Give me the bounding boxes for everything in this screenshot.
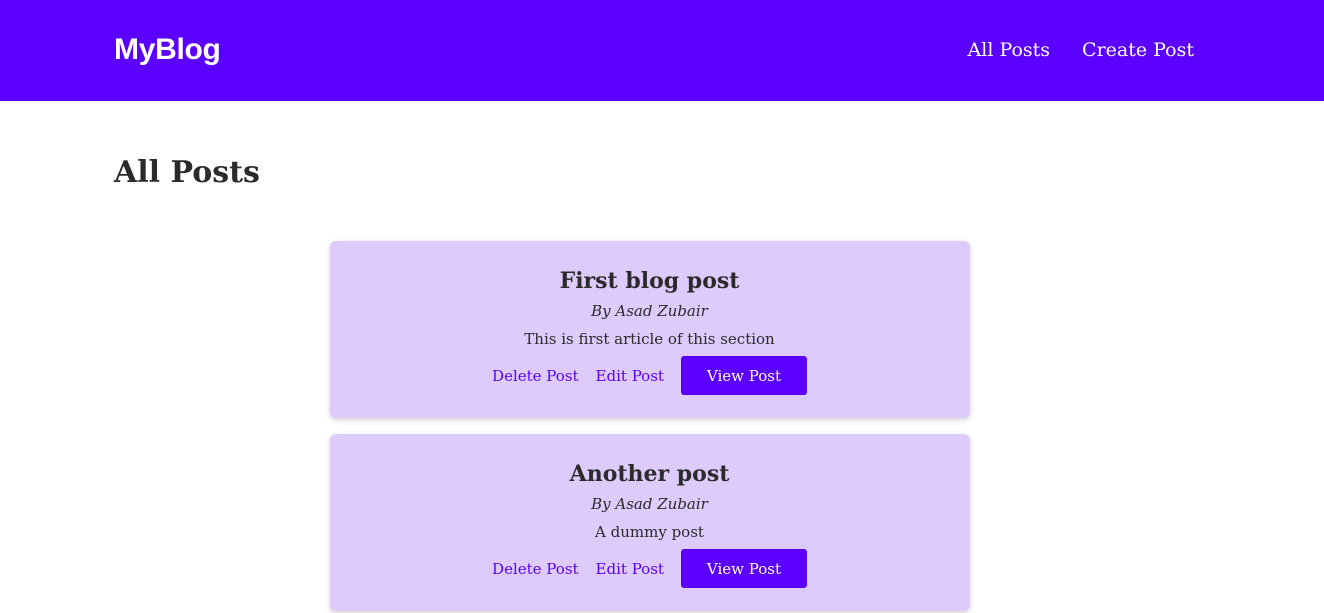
post-excerpt: This is first article of this section <box>524 330 775 348</box>
nav-link-create-post[interactable]: Create Post <box>1082 39 1194 61</box>
edit-post-link[interactable]: Edit Post <box>596 367 664 385</box>
post-card: First blog post By Asad Zubair This is f… <box>329 241 970 418</box>
nav-links: All Posts Create Post <box>968 39 1194 61</box>
edit-post-link[interactable]: Edit Post <box>596 560 664 578</box>
view-post-button[interactable]: View Post <box>680 356 807 395</box>
delete-post-link[interactable]: Delete Post <box>492 367 579 385</box>
post-actions: Delete Post Edit Post View Post <box>492 549 807 588</box>
page-title: All Posts <box>114 155 260 190</box>
main-content: All Posts First blog post By Asad Zubair… <box>0 101 1324 611</box>
brand-logo-link[interactable]: MyBlog <box>114 33 221 67</box>
view-post-button[interactable]: View Post <box>680 549 807 588</box>
post-author: By Asad Zubair <box>591 302 708 320</box>
delete-post-link[interactable]: Delete Post <box>492 560 579 578</box>
post-title: First blog post <box>559 268 740 294</box>
post-actions: Delete Post Edit Post View Post <box>492 356 807 395</box>
post-excerpt: A dummy post <box>595 523 704 541</box>
post-card: Another post By Asad Zubair A dummy post… <box>329 434 970 611</box>
navbar: MyBlog All Posts Create Post <box>0 0 1324 101</box>
post-author: By Asad Zubair <box>591 495 708 513</box>
nav-link-all-posts[interactable]: All Posts <box>968 39 1051 61</box>
post-title: Another post <box>569 461 730 487</box>
posts-list: First blog post By Asad Zubair This is f… <box>114 241 1210 611</box>
